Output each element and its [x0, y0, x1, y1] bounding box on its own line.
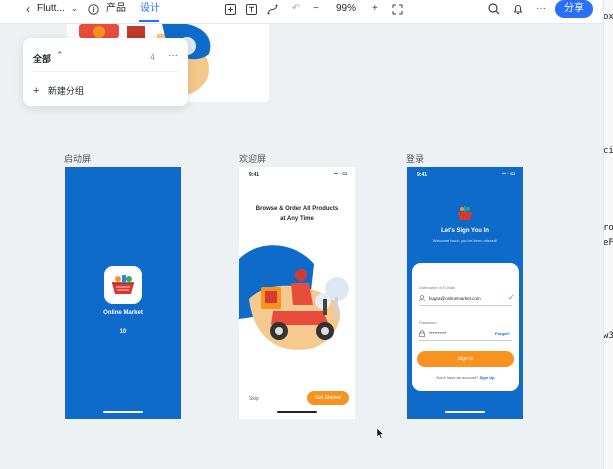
signin-button[interactable]: Sign In: [417, 351, 514, 367]
new-group-button[interactable]: + 新建分组: [33, 81, 153, 97]
share-button[interactable]: 分享: [555, 0, 593, 18]
plus-icon: +: [33, 85, 40, 97]
home-indicator: [277, 411, 317, 413]
password-input[interactable]: **********: [429, 331, 447, 336]
mouse-cursor-icon: [377, 428, 385, 439]
pen-tool-icon[interactable]: [266, 0, 278, 20]
code-fragment: ci: [603, 146, 613, 156]
splash-version: 10: [119, 329, 127, 335]
code-fragment: eF: [603, 238, 613, 248]
signin-title: Let's Sign You In: [441, 228, 489, 234]
delivery-illustration: [239, 245, 349, 350]
check-icon: ✓: [508, 293, 515, 302]
more-icon[interactable]: ···: [536, 0, 546, 20]
zoom-out-button[interactable]: −: [313, 0, 319, 20]
username-label: Username or E-Mail: [419, 285, 455, 290]
home-indicator: [103, 411, 143, 413]
signup-link[interactable]: Sign Up: [479, 375, 494, 380]
file-title[interactable]: Flutt...: [37, 0, 65, 20]
add-frame-icon[interactable]: [224, 0, 236, 20]
search-icon[interactable]: [488, 0, 500, 20]
forgot-password-link[interactable]: Forgot?: [495, 331, 510, 336]
lock-icon: [419, 330, 425, 337]
signin-screen-frame[interactable]: 9:41 ▪▪ ◦ ▭ Let's Sign You In Welcome bac…: [407, 167, 523, 419]
top-toolbar: ‹ Flutt... ⌄ 产品 设计 ↶ − 99% + ··· 分享: [0, 0, 613, 24]
status-bar: 9:41 ▪▪ ◦ ▭: [239, 167, 355, 181]
frame-label-login[interactable]: 登录: [406, 152, 424, 165]
text-tool-icon[interactable]: [245, 0, 257, 20]
popup-more-icon[interactable]: ···: [168, 50, 178, 61]
splash-screen-frame[interactable]: Online Market 10: [65, 167, 181, 419]
get-started-button[interactable]: Get Started: [307, 391, 349, 405]
bell-icon[interactable]: [512, 0, 524, 20]
status-bar: 9:41 ▪▪ ◦ ▭: [407, 167, 523, 181]
username-input[interactable]: bugra@onlinemarket.com: [429, 296, 481, 301]
back-chevron-icon[interactable]: ‹: [26, 0, 30, 20]
group-all-label[interactable]: 全部: [33, 52, 51, 65]
signin-subtitle: Welcome back, you've been missed!: [432, 238, 498, 243]
signup-prompt: Don't have an account? Sign Up: [412, 375, 519, 380]
new-group-label: 新建分组: [47, 86, 84, 96]
password-underline: [419, 340, 512, 341]
group-filter-popup: 全部 ⌃ 4 ··· + 新建分组: [23, 38, 188, 106]
no-account-text: Don't have an account?: [436, 375, 479, 380]
frame-label-splash[interactable]: 启动屏: [64, 152, 91, 165]
username-underline: [419, 305, 512, 306]
fullscreen-icon[interactable]: [391, 0, 403, 20]
tab-product[interactable]: 产品: [106, 0, 126, 20]
title-dropdown-icon[interactable]: ⌄: [71, 0, 78, 20]
right-side-panel: ox ci ro eF w3: [603, 0, 613, 469]
signin-card: Username or E-Mail bugra@onlinemarket.co…: [412, 263, 519, 391]
code-fragment: w3: [603, 331, 613, 341]
skip-link[interactable]: Skip: [249, 396, 259, 402]
code-fragment: ro: [603, 223, 613, 233]
welcome-headline: Browse & Order All Products at Any Time: [239, 204, 355, 224]
status-time: 9:41: [417, 172, 428, 178]
undo-icon[interactable]: ↶: [290, 0, 302, 20]
headline-line-1: Browse & Order All Products: [255, 206, 339, 212]
popup-divider: [33, 71, 178, 72]
welcome-screen-frame[interactable]: 9:41 ▪▪ ◦ ▭ Browse & Order All Products a…: [239, 167, 355, 419]
active-tab-indicator: [139, 20, 159, 22]
status-icons: ▪▪ ◦ ▭: [334, 171, 347, 177]
password-label: Password: [419, 320, 437, 325]
app-logo: [104, 266, 142, 304]
group-count: 4: [150, 52, 156, 62]
status-time: 9:41: [249, 172, 260, 178]
info-icon[interactable]: [87, 0, 99, 20]
status-icons: ▪▪ ◦ ▭: [502, 171, 515, 177]
basket-logo-icon: [458, 206, 472, 220]
chevron-up-icon[interactable]: ⌃: [56, 50, 64, 61]
frame-label-welcome[interactable]: 欢迎屏: [239, 152, 266, 165]
zoom-level[interactable]: 99%: [336, 0, 356, 20]
user-icon: [419, 295, 425, 301]
tab-design[interactable]: 设计: [140, 0, 160, 20]
headline-line-2: at Any Time: [280, 216, 314, 222]
home-indicator: [445, 411, 485, 413]
zoom-in-button[interactable]: +: [372, 0, 378, 20]
splash-app-name: Online Market: [103, 310, 143, 316]
code-fragment: ox: [603, 12, 613, 22]
